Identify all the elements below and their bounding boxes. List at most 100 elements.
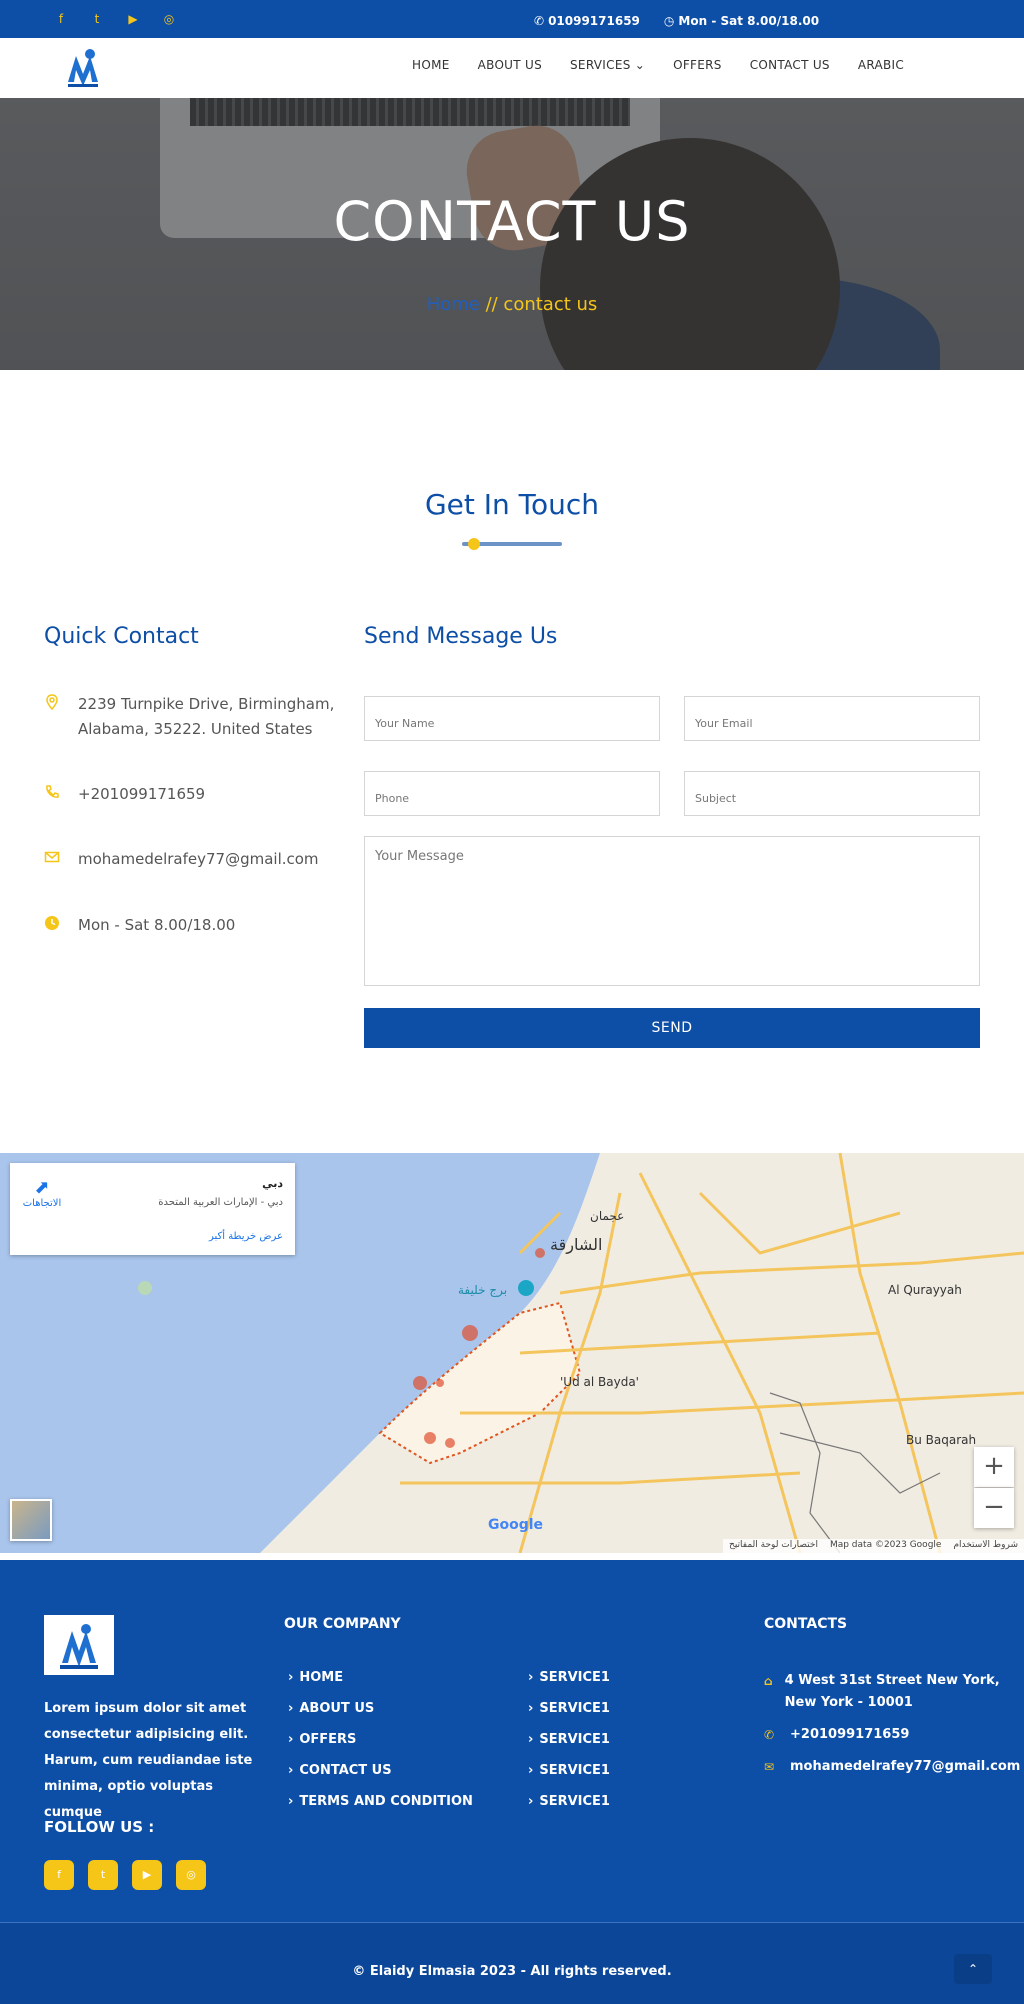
page-title: CONTACT US <box>333 190 691 253</box>
facebook-icon[interactable]: f <box>54 12 68 26</box>
footer-logo[interactable] <box>44 1615 114 1675</box>
message-textarea[interactable] <box>364 836 980 986</box>
footer-service-link[interactable]: › SERVICE1 <box>528 1732 610 1763</box>
footer-address: ⌂ 4 West 31st Street New York, New York -… <box>764 1670 1000 1714</box>
footer-link-terms[interactable]: › TERMS AND CONDITION <box>288 1794 473 1825</box>
map-label-sharjah: الشارقة <box>550 1235 603 1254</box>
footer-link-label: TERMS AND CONDITION <box>299 1794 473 1809</box>
footer-link-label: SERVICE1 <box>539 1763 610 1778</box>
footer-service-link[interactable]: › SERVICE1 <box>528 1670 610 1701</box>
email-input[interactable] <box>684 696 980 741</box>
google-logo: Google <box>488 1517 544 1533</box>
envelope-icon <box>44 851 60 863</box>
youtube-icon[interactable]: ▶ <box>126 12 140 26</box>
copyright-text: © Elaidy Elmasia 2023 - All rights reser… <box>352 1964 672 1979</box>
topbar-contact: ✆ 01099171659 ◷ Mon - Sat 8.00/18.00 <box>534 14 819 28</box>
chevron-right-icon: › <box>528 1794 534 1809</box>
phone-text[interactable]: +201099171659 <box>78 782 205 807</box>
quick-contact-heading: Quick Contact <box>44 624 199 649</box>
follow-us-heading: FOLLOW US : <box>44 1818 155 1836</box>
address-text: 2239 Turnpike Drive, Birmingham, Alabama… <box>78 692 334 742</box>
view-larger-map-link[interactable]: عرض خريطة أكبر <box>209 1231 283 1242</box>
map-label-burj-khalifa: برج خليفة <box>458 1283 508 1297</box>
footer-phone: ✆ +201099171659 <box>764 1724 1020 1746</box>
footer-service-link[interactable]: › SERVICE1 <box>528 1763 610 1794</box>
instagram-icon[interactable]: ◎ <box>162 12 176 26</box>
nav-offers[interactable]: OFFERS <box>673 58 722 72</box>
our-company-heading: OUR COMPANY <box>284 1616 401 1632</box>
facebook-icon[interactable]: f <box>44 1860 74 1890</box>
breadcrumb-home[interactable]: Home <box>427 294 480 315</box>
keyboard-shortcuts-link[interactable]: اختصارات لوحة المفاتيح <box>729 1540 818 1552</box>
footer-link-label: SERVICE1 <box>539 1794 610 1809</box>
directions-icon: ⬈ <box>34 1177 50 1198</box>
nav-services[interactable]: SERVICES ⌄ <box>570 58 645 72</box>
nav-arabic[interactable]: ARABIC <box>858 58 904 72</box>
youtube-icon[interactable]: ▶ <box>132 1860 162 1890</box>
service-links: › SERVICE1 › SERVICE1 › SERVICE1 › SERVICE1 … <box>528 1670 610 1825</box>
zoom-out-button[interactable]: − <box>974 1488 1014 1528</box>
footer-email: ✉ mohamedelrafey77@gmail.com <box>764 1756 1020 1778</box>
google-map[interactable]: الشارقة عجمان برج خليفة 'Ud al Bayda' Al… <box>0 1153 1024 1553</box>
topbar-hours-text: Mon - Sat 8.00/18.00 <box>678 14 820 28</box>
footer-link-label: CONTACT US <box>299 1763 392 1778</box>
address-line-1: 2239 Turnpike Drive, Birmingham, <box>78 695 335 713</box>
footer-link-offers[interactable]: › OFFERS <box>288 1732 473 1763</box>
footer-address-text: 4 West 31st Street New York, New York - … <box>784 1673 1000 1710</box>
twitter-icon[interactable]: t <box>90 12 104 26</box>
breadcrumb-current: // contact us <box>485 294 598 315</box>
nav-home[interactable]: HOME <box>412 58 450 72</box>
topbar-social: f t ▶ ◎ <box>54 12 176 26</box>
map-info-card: دبي دبي - الإمارات العربية المتحدة عرض خ… <box>10 1163 295 1255</box>
name-input[interactable] <box>364 696 660 741</box>
nav-services-label: SERVICES <box>570 58 631 72</box>
footer-service-link[interactable]: › SERVICE1 <box>528 1794 610 1825</box>
footer-email-text[interactable]: mohamedelrafey77@gmail.com <box>790 1756 1020 1778</box>
instagram-icon[interactable]: ◎ <box>176 1860 206 1890</box>
map-label-ajman: عجمان <box>590 1209 625 1223</box>
email-text[interactable]: mohamedelrafey77@gmail.com <box>78 847 319 872</box>
send-button[interactable]: SEND <box>364 1008 980 1048</box>
chevron-right-icon: › <box>288 1732 294 1747</box>
nav-about[interactable]: ABOUT US <box>478 58 542 72</box>
topbar-phone: ✆ 01099171659 <box>534 14 640 28</box>
site-logo[interactable] <box>64 46 102 90</box>
footer-link-label: SERVICE1 <box>539 1701 610 1716</box>
footer-link-label: HOME <box>299 1670 344 1685</box>
main-navbar: HOME ABOUT US SERVICES ⌄ OFFERS CONTACT … <box>0 38 1024 98</box>
nav-contact[interactable]: CONTACT US <box>750 58 830 72</box>
clock-icon <box>45 916 59 930</box>
back-to-top-button[interactable]: ⌃ <box>954 1954 992 1984</box>
twitter-icon[interactable]: t <box>88 1860 118 1890</box>
footer-link-label: OFFERS <box>299 1732 357 1747</box>
contacts-heading: CONTACTS <box>764 1616 848 1632</box>
envelope-icon: ✉ <box>764 1760 775 1774</box>
map-label-al-qurayyah: Al Qurayyah <box>888 1283 962 1297</box>
subject-input[interactable] <box>684 771 980 816</box>
map-attribution: اختصارات لوحة المفاتيح Map data ©2023 Go… <box>723 1539 1024 1553</box>
zoom-in-button[interactable]: + <box>974 1447 1014 1487</box>
footer-phone-text[interactable]: +201099171659 <box>790 1724 909 1746</box>
phone-icon: ✆ <box>534 14 545 28</box>
footer-link-label: ABOUT US <box>299 1701 375 1716</box>
map-card-subtitle: دبي - الإمارات العربية المتحدة <box>158 1197 283 1208</box>
site-footer: Lorem ipsum dolor sit amet consectetur a… <box>0 1560 1024 2004</box>
footer-link-home[interactable]: › HOME <box>288 1670 473 1701</box>
terms-link[interactable]: شروط الاستخدام <box>953 1540 1018 1552</box>
footer-link-contact[interactable]: › CONTACT US <box>288 1763 473 1794</box>
footer-social: f t ▶ ◎ <box>44 1860 206 1890</box>
map-pin-icon <box>46 694 58 710</box>
footer-link-label: SERVICE1 <box>539 1670 610 1685</box>
directions-button[interactable]: ⬈ الاتجاهات <box>22 1177 62 1209</box>
map-layer-toggle[interactable] <box>10 1499 52 1541</box>
chevron-right-icon: › <box>288 1763 294 1778</box>
chevron-right-icon: › <box>288 1701 294 1716</box>
phone-input[interactable] <box>364 771 660 816</box>
footer-link-about[interactable]: › ABOUT US <box>288 1701 473 1732</box>
quick-contact-hours: Mon - Sat 8.00/18.00 <box>44 913 235 938</box>
footer-service-link[interactable]: › SERVICE1 <box>528 1701 610 1732</box>
map-card-title: دبي <box>262 1177 283 1190</box>
footer-link-label: SERVICE1 <box>539 1732 610 1747</box>
main-menu: HOME ABOUT US SERVICES ⌄ OFFERS CONTACT … <box>412 58 904 72</box>
topbar-hours: ◷ Mon - Sat 8.00/18.00 <box>664 14 819 28</box>
